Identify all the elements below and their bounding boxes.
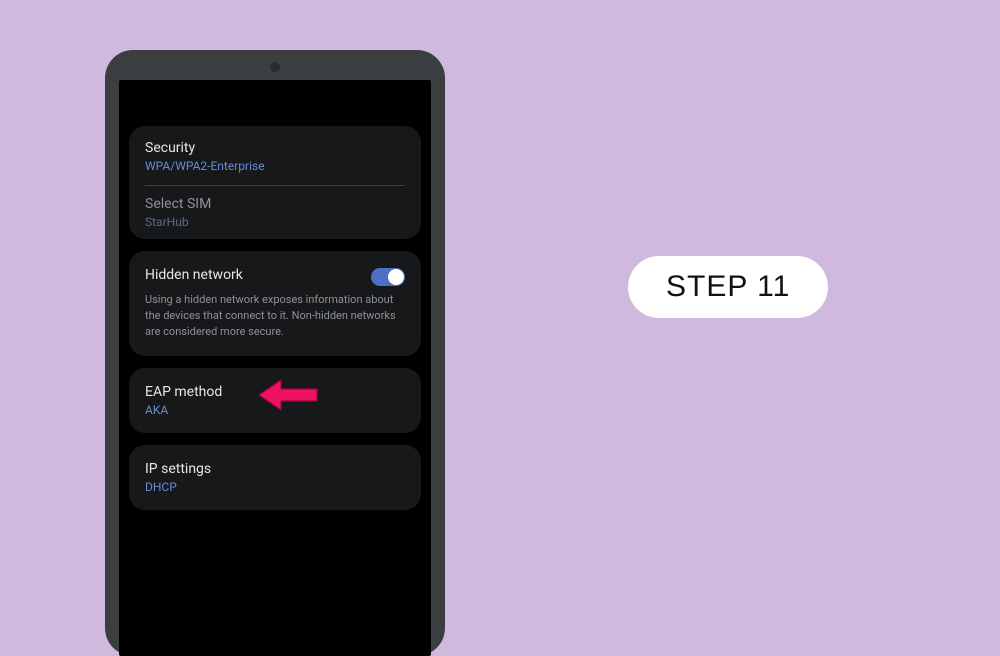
- setting-security[interactable]: Security WPA/WPA2-Enterprise: [145, 140, 405, 173]
- toggle-knob: [388, 269, 404, 285]
- setting-select-sim[interactable]: Select SIM StarHub: [145, 196, 405, 229]
- eap-method-label: EAP method: [145, 384, 405, 400]
- hidden-network-label: Hidden network: [145, 267, 243, 283]
- ip-settings-value: DHCP: [145, 480, 405, 494]
- card-security-sim: Security WPA/WPA2-Enterprise Select SIM …: [129, 126, 421, 239]
- tablet-device-frame: Security WPA/WPA2-Enterprise Select SIM …: [105, 50, 445, 656]
- ip-settings-label: IP settings: [145, 461, 405, 477]
- divider: [145, 185, 405, 186]
- card-hidden-network: Hidden network Using a hidden network ex…: [129, 251, 421, 356]
- select-sim-value: StarHub: [145, 215, 405, 229]
- security-label: Security: [145, 140, 405, 156]
- step-badge: STEP 11: [628, 256, 828, 318]
- card-ip-settings[interactable]: IP settings DHCP: [129, 445, 421, 510]
- hidden-network-toggle[interactable]: [371, 268, 405, 286]
- select-sim-label: Select SIM: [145, 196, 405, 212]
- eap-method-value: AKA: [145, 403, 405, 417]
- device-screen: Security WPA/WPA2-Enterprise Select SIM …: [119, 80, 431, 656]
- card-eap-method[interactable]: EAP method AKA: [129, 368, 421, 433]
- security-value: WPA/WPA2-Enterprise: [145, 159, 405, 173]
- hidden-network-description: Using a hidden network exposes informati…: [145, 292, 405, 340]
- device-camera: [270, 62, 280, 72]
